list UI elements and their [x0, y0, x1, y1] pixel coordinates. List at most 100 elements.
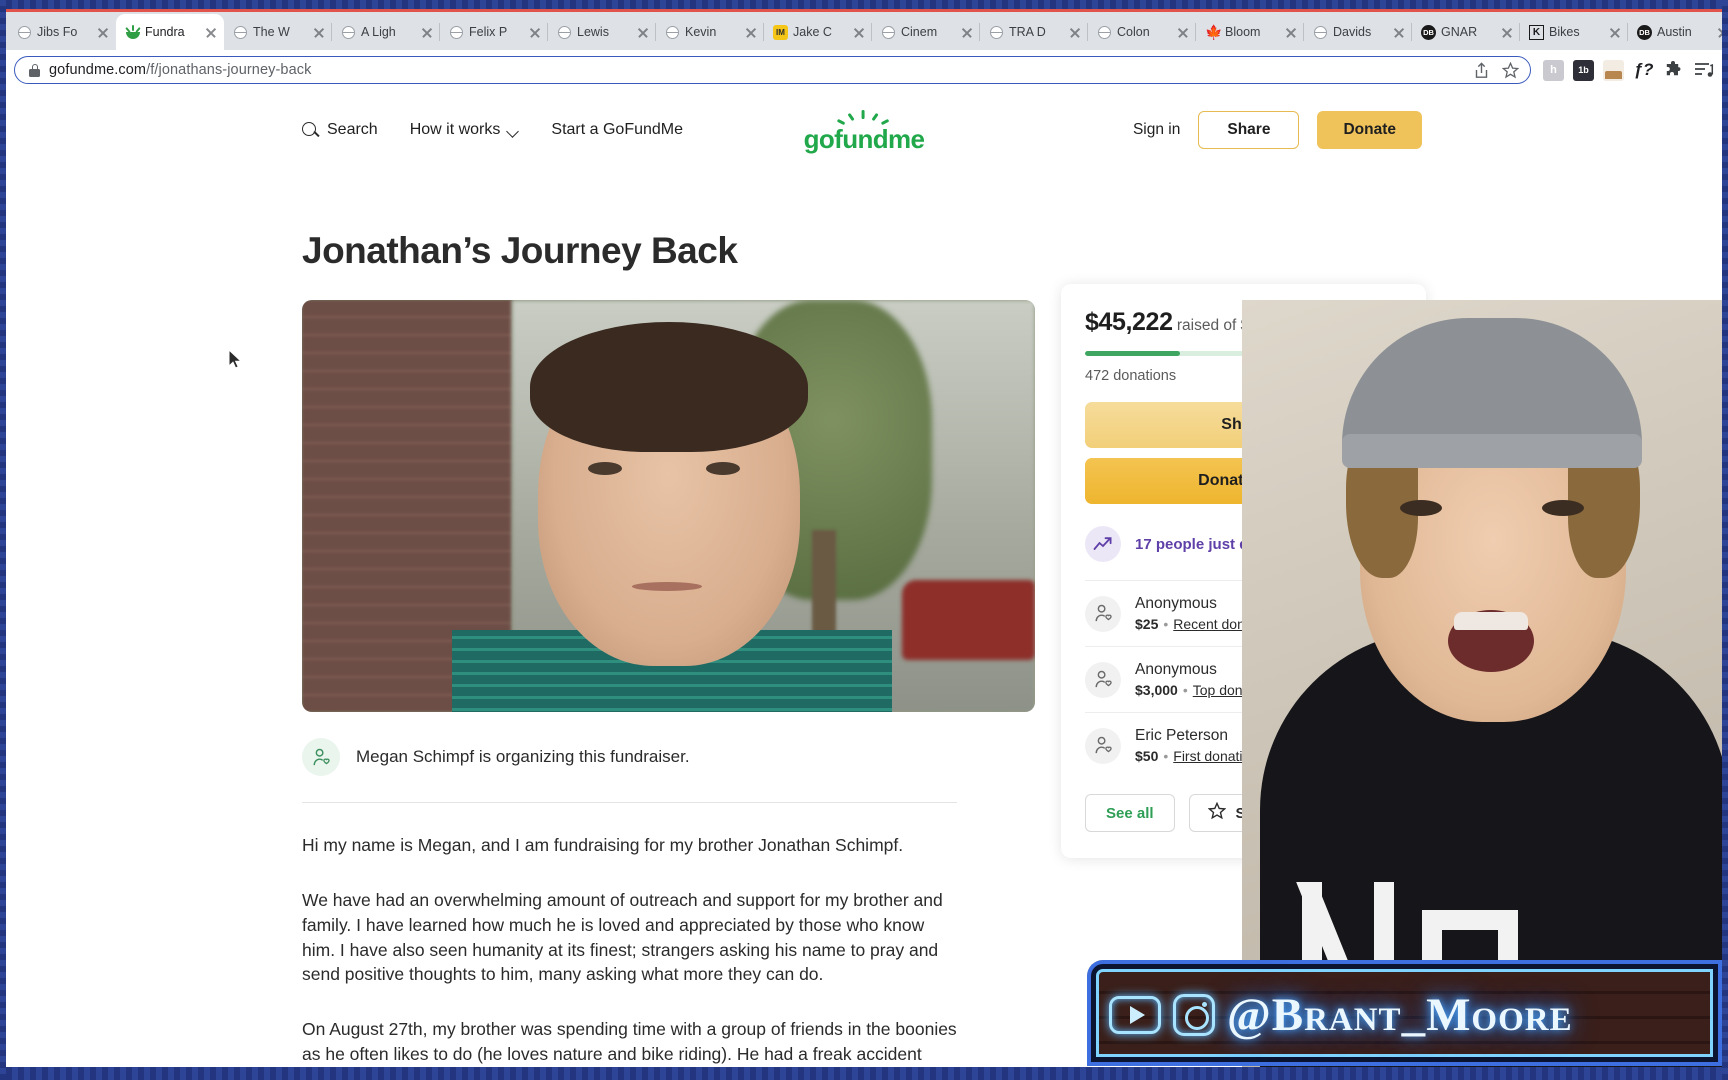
dark-circle-icon: DB [1637, 24, 1652, 40]
tab-title: Jake C [793, 25, 832, 39]
nav-how-it-works-label: How it works [409, 121, 501, 138]
globe-icon [558, 25, 571, 39]
organizer-row: Megan Schimpf is organizing this fundrai… [302, 738, 1035, 802]
campaign-paragraph-3: On August 27th, my brother was spending … [302, 1019, 957, 1065]
browser-tab[interactable]: Colon [1087, 14, 1196, 50]
browser-tab[interactable]: Davids [1303, 14, 1412, 50]
capture-frame-bottom [0, 1067, 1728, 1080]
nav-start-label: Start a GoFundMe [551, 121, 684, 138]
close-icon[interactable] [636, 25, 650, 39]
logo-rays-icon [837, 110, 890, 126]
organizer-text: Megan Schimpf is organizing this fundrai… [356, 747, 690, 766]
browser-tab[interactable]: 🍁 Bloom [1195, 14, 1304, 50]
capture-frame-top [0, 0, 1728, 9]
browser-tab[interactable]: TRA D [979, 14, 1088, 50]
globe-icon [666, 25, 679, 39]
extension-icons: h 1b ƒ? [1537, 59, 1714, 81]
organizer-avatar-icon [302, 738, 340, 776]
donor-name: Anonymous [1135, 661, 1217, 678]
webcam-overlay [1242, 300, 1722, 1074]
close-icon[interactable] [744, 25, 758, 39]
sign-in-button[interactable]: Sign in [1133, 121, 1180, 139]
f-question-icon[interactable]: ƒ? [1633, 60, 1654, 81]
browser-tab[interactable]: Felix P [439, 14, 548, 50]
globe-icon [1098, 25, 1111, 39]
browser-tab[interactable]: K Bikes [1519, 14, 1628, 50]
campaign-paragraph-2: We have had an overwhelming amount of ou… [302, 889, 943, 985]
donor-avatar-icon [1085, 727, 1121, 764]
close-icon[interactable] [1500, 25, 1514, 39]
tab-title: Felix P [469, 25, 508, 39]
close-icon[interactable] [528, 25, 542, 39]
tab-title: Colon [1117, 25, 1150, 39]
browser-tab[interactable]: The W [224, 14, 332, 50]
close-icon[interactable] [96, 25, 110, 39]
close-icon[interactable] [204, 25, 218, 39]
trending-up-icon [1085, 526, 1121, 562]
close-icon[interactable] [960, 25, 974, 39]
tab-title: Jibs Fo [37, 25, 78, 39]
browser-tab-strip[interactable]: Jibs Fo Fundra The W A Ligh Felix P Lewis Kevi… [6, 12, 1722, 50]
pocket-icon[interactable] [1603, 59, 1624, 81]
header-actions: Sign in Share Donate [1133, 90, 1422, 170]
globe-icon [342, 25, 355, 39]
browser-tab[interactable]: Lewis [547, 14, 656, 50]
tab-title: Davids [1333, 25, 1372, 39]
header-donate-button[interactable]: Donate [1317, 111, 1422, 149]
1b-icon[interactable]: 1b [1573, 59, 1594, 81]
nav-how-it-works[interactable]: How it works [410, 121, 520, 139]
site-header: Search How it works Start a GoFundMe gof… [6, 90, 1722, 170]
k-square-icon: K [1529, 24, 1544, 40]
globe-icon [1314, 25, 1327, 39]
browser-tab[interactable]: DB Austin [1627, 14, 1728, 50]
campaign-paragraph-1: Hi my name is Megan, and I am fundraisin… [302, 835, 904, 855]
close-icon[interactable] [1176, 25, 1190, 39]
donor-amount: $50 [1135, 748, 1159, 764]
reading-list-icon[interactable] [1693, 60, 1714, 81]
browser-tab[interactable]: Kevin [655, 14, 764, 50]
tab-title: TRA D [1009, 25, 1046, 39]
honey-icon[interactable]: h [1543, 59, 1564, 81]
nav-search[interactable]: Search [302, 121, 378, 139]
social-handle-text: @Brant_Moore [1227, 989, 1573, 1041]
tab-title: The W [253, 25, 290, 39]
search-icon [302, 121, 319, 139]
site-nav: Search How it works Start a GoFundMe [302, 121, 683, 139]
close-icon[interactable] [1284, 25, 1298, 39]
browser-tab[interactable]: A Ligh [331, 14, 440, 50]
screen-root: Jibs Fo Fundra The W A Ligh Felix P Lewis Kevi… [0, 0, 1728, 1080]
puzzle-icon[interactable] [1663, 60, 1684, 81]
dark-circle-icon: DB [1421, 24, 1436, 40]
see-all-button[interactable]: See all [1085, 794, 1175, 832]
browser-tab[interactable]: DB GNAR [1411, 14, 1520, 50]
nav-start-a-gofundme[interactable]: Start a GoFundMe [551, 121, 683, 139]
star-icon[interactable] [1500, 60, 1520, 80]
star-icon [1207, 801, 1226, 824]
youtube-play-icon [1109, 996, 1161, 1034]
donor-amount: $25 [1135, 616, 1159, 632]
browser-tab[interactable]: Cinem [871, 14, 980, 50]
nav-search-label: Search [327, 121, 378, 138]
globe-icon [450, 25, 463, 39]
close-icon[interactable] [1608, 25, 1622, 39]
share-icon[interactable] [1471, 60, 1491, 80]
lock-icon [29, 63, 40, 77]
browser-tab[interactable]: Fundra [116, 14, 224, 50]
browser-tab[interactable]: Jibs Fo [8, 14, 116, 50]
header-share-button[interactable]: Share [1198, 111, 1300, 149]
close-icon[interactable] [1392, 25, 1406, 39]
main-column: Megan Schimpf is organizing this fundrai… [302, 300, 1035, 1067]
gofundme-logo[interactable]: gofundme [804, 110, 925, 152]
capture-frame-left [0, 0, 6, 1080]
social-handle-banner: @Brant_Moore [1087, 960, 1722, 1066]
donor-name: Eric Peterson [1135, 727, 1229, 744]
address-bar[interactable]: gofundme.com/f/jonathans-journey-back [14, 56, 1531, 84]
browser-tab[interactable]: IM Jake C [763, 14, 872, 50]
tab-title: Austin [1657, 25, 1692, 39]
close-icon[interactable] [312, 25, 326, 39]
close-icon[interactable] [420, 25, 434, 39]
close-icon[interactable] [1068, 25, 1082, 39]
tab-title: Bikes [1549, 25, 1580, 39]
gofundme-icon [125, 25, 141, 39]
close-icon[interactable] [852, 25, 866, 39]
